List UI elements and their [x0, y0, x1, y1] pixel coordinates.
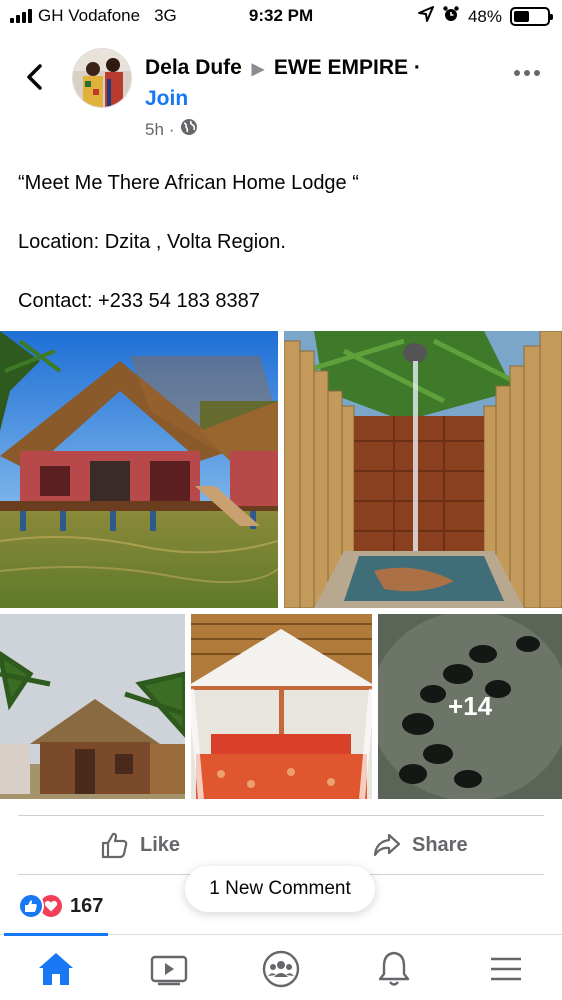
reaction-summary[interactable]: 167	[18, 893, 103, 919]
baby-turtles-photo[interactable]: +14	[378, 614, 562, 799]
groups-icon	[262, 950, 300, 988]
post-time[interactable]: 5h	[145, 120, 164, 140]
share-button[interactable]: Share	[372, 830, 468, 860]
more-photos-count[interactable]: +14	[378, 614, 562, 799]
new-comment-pill[interactable]: 1 New Comment	[185, 866, 375, 912]
post-text: “Meet Me There African Home Lodge “ Loca…	[18, 168, 544, 345]
like-reaction-icon	[18, 893, 44, 919]
dot	[534, 70, 540, 76]
bottom-nav	[0, 933, 562, 1000]
bell-icon	[378, 951, 410, 986]
nav-home[interactable]	[36, 949, 76, 989]
battery-icon	[510, 7, 553, 26]
group-name[interactable]: EWE EMPIRE	[274, 56, 408, 79]
more-options-button[interactable]	[514, 70, 540, 76]
video-icon	[150, 955, 188, 986]
active-tab-indicator	[4, 933, 108, 936]
post-text-title: “Meet Me There African Home Lodge “	[18, 172, 359, 194]
header-separator: ·	[413, 56, 421, 79]
author-avatar[interactable]	[72, 48, 132, 108]
post-text-location: Location: Dzita , Volta Region.	[18, 231, 286, 253]
battery-percent: 48%	[467, 6, 502, 26]
back-button[interactable]	[20, 62, 50, 92]
post-meta: 5h ·	[145, 118, 198, 141]
author-name[interactable]: Dela Dufe	[145, 56, 242, 79]
post-text-contact: Contact: +233 54 183 8387	[18, 290, 260, 312]
share-label: Share	[412, 833, 468, 856]
post-header: Dela Dufe ▶ EWE EMPIRE · Join 5h ·	[0, 44, 562, 144]
dot	[514, 70, 520, 76]
location-arrow-icon	[417, 6, 434, 27]
meta-separator: ·	[168, 119, 175, 139]
share-arrow-icon	[373, 833, 401, 857]
thumbs-up-icon	[101, 832, 128, 859]
like-button[interactable]: Like	[100, 830, 180, 860]
nav-video[interactable]	[149, 949, 189, 989]
status-bar: GH Vodafone 3G 9:32 PM 48%	[0, 0, 562, 34]
nav-groups[interactable]	[261, 949, 301, 989]
outdoor-shower-photo[interactable]	[284, 331, 562, 608]
home-icon	[39, 953, 73, 985]
alarm-icon	[442, 5, 460, 28]
status-icons: 48%	[417, 5, 553, 28]
lodge-on-water-photo[interactable]	[0, 331, 278, 608]
thatched-hut-photo[interactable]	[0, 614, 185, 799]
triangle-right-icon: ▶	[251, 61, 265, 78]
reaction-count: 167	[70, 894, 104, 917]
nav-notifications[interactable]	[374, 949, 414, 989]
nav-menu[interactable]	[486, 949, 526, 989]
chevron-left-icon	[27, 64, 42, 90]
join-group-link[interactable]: Join	[145, 87, 188, 111]
action-divider-top	[18, 815, 544, 816]
globe-icon	[180, 118, 198, 141]
menu-icon	[491, 957, 521, 981]
author-line: Dela Dufe ▶ EWE EMPIRE ·	[145, 56, 421, 80]
like-label: Like	[140, 833, 181, 856]
bedroom-photo[interactable]	[191, 614, 372, 799]
dot	[524, 70, 530, 76]
